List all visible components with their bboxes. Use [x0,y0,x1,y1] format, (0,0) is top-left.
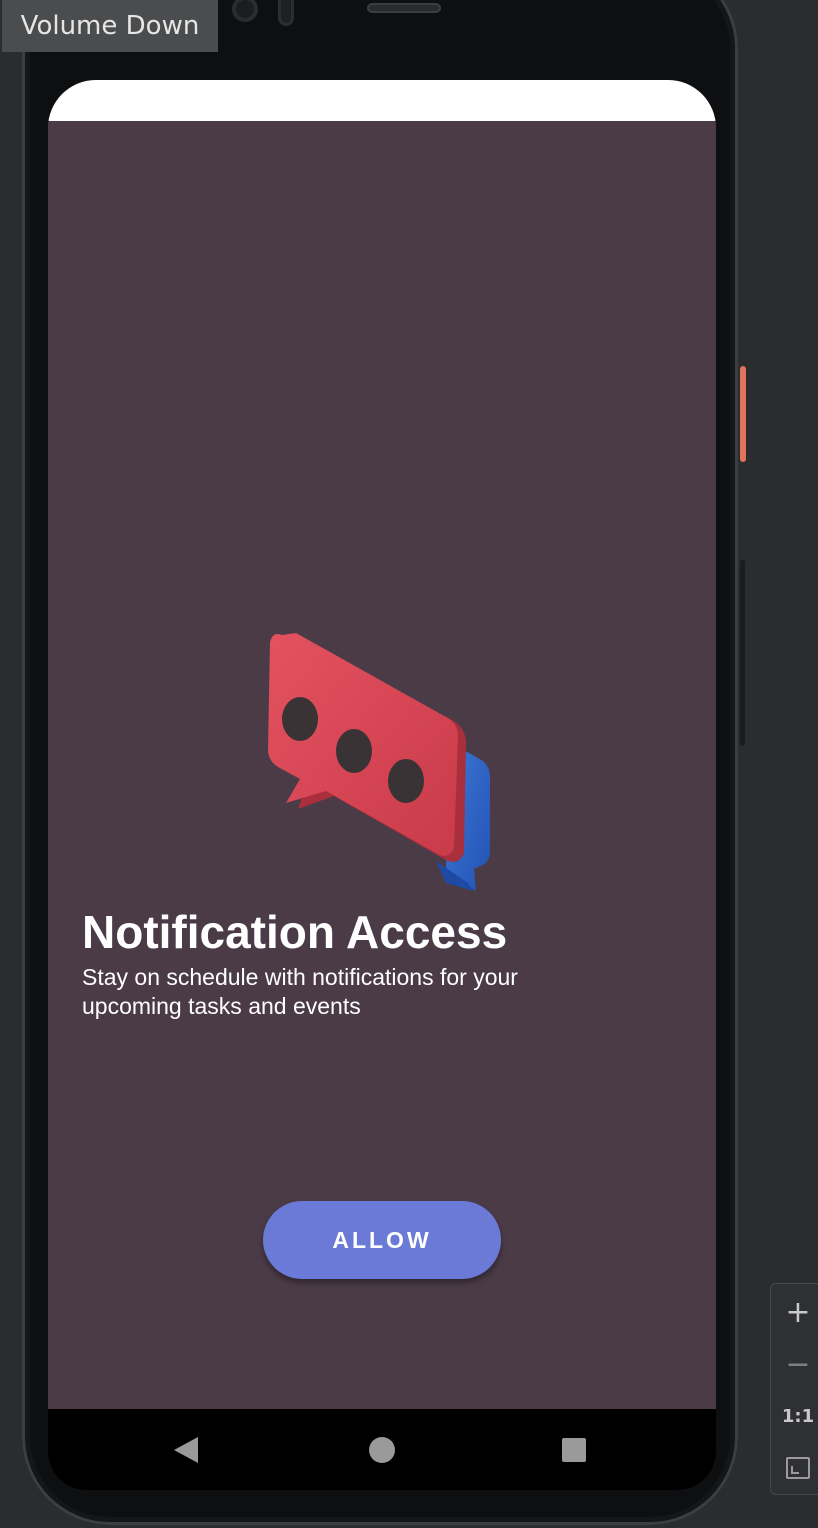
home-icon[interactable] [369,1437,395,1463]
emulator-stage: Notification Access Stay on schedule wit… [0,0,818,1528]
tooltip: Volume Down [2,0,218,52]
status-bar [48,80,716,121]
proximity-sensor [278,0,294,26]
allow-button[interactable]: ALLOW [263,1201,501,1279]
system-nav-bar [48,1409,716,1490]
power-button[interactable] [740,366,746,462]
zoom-controls: + − 1:1 [770,1283,818,1495]
page-title: Notification Access [82,906,508,958]
zoom-out-button[interactable]: − [771,1338,818,1390]
volume-rocker[interactable] [740,560,745,746]
page-description: Stay on schedule with notifications for … [82,964,518,1019]
chat-bubble-icon [268,633,490,891]
zoom-in-button[interactable]: + [771,1286,818,1338]
front-camera [232,0,258,22]
actual-size-button[interactable]: 1:1 [771,1390,818,1442]
back-icon[interactable] [174,1437,198,1463]
earpiece-speaker [367,3,441,13]
device-screen: Notification Access Stay on schedule wit… [48,80,716,1490]
fit-screen-button[interactable] [771,1442,818,1494]
recents-icon[interactable] [562,1438,586,1462]
permission-screen: Notification Access Stay on schedule wit… [48,121,716,1409]
fit-screen-icon [786,1457,810,1479]
